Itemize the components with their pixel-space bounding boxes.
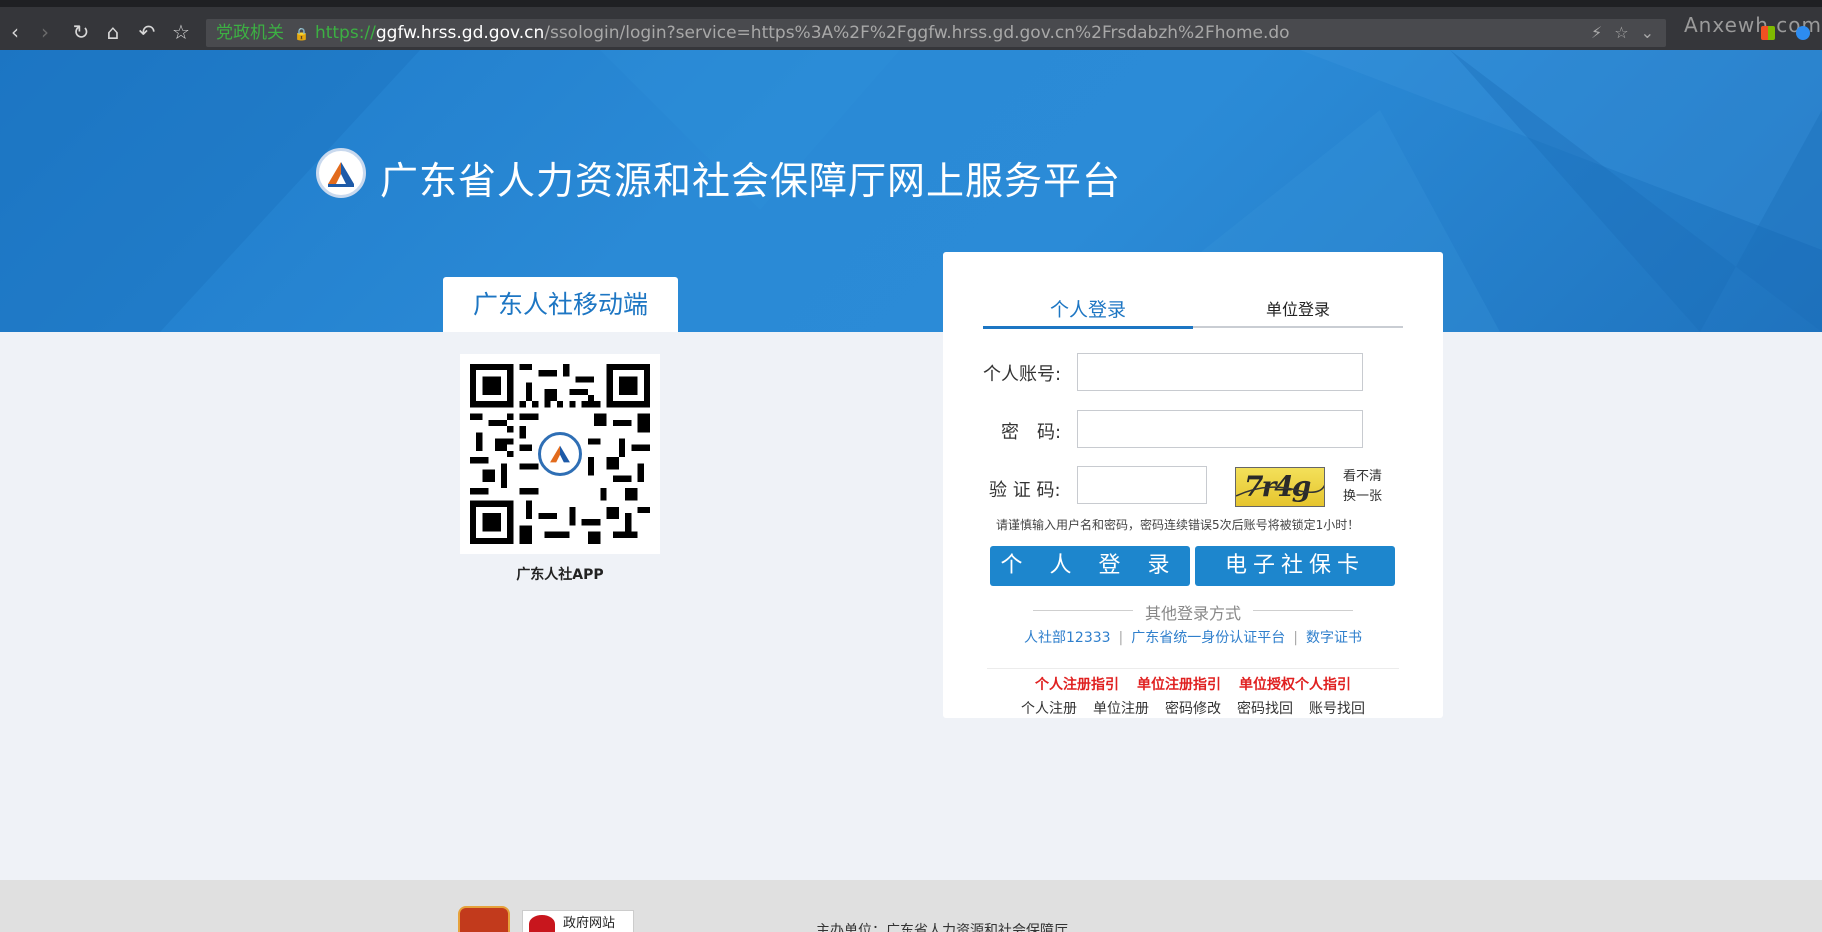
browser-toolbar: ‹ › ↻ ⌂ ↶ ☆ 党政机关 🔒 https://ggfw.hrss.gd.go… bbox=[0, 0, 1822, 50]
account-input[interactable] bbox=[1077, 353, 1363, 391]
link-digital-cert[interactable]: 数字证书 bbox=[1306, 630, 1362, 646]
link-12333[interactable]: 人社部12333 bbox=[1024, 630, 1111, 646]
link-personal-register[interactable]: 个人注册 bbox=[1021, 701, 1077, 717]
footer-emblem-icon bbox=[458, 906, 510, 932]
link-personal-register-guide[interactable]: 个人注册指引 bbox=[1035, 677, 1119, 693]
hero-banner: 广东省人力资源和社会保障厅网上服务平台 bbox=[0, 50, 1822, 332]
favorite-icon[interactable]: ☆ bbox=[1614, 23, 1628, 42]
separator: | bbox=[1293, 630, 1298, 646]
footer-host: 主办单位：广东省人力资源和社会保障厅 bbox=[816, 923, 1068, 932]
extension-icons bbox=[1745, 25, 1810, 44]
link-company-auth-guide[interactable]: 单位授权个人指引 bbox=[1239, 677, 1351, 693]
password-input[interactable] bbox=[1077, 410, 1363, 448]
qr-center-logo bbox=[538, 432, 582, 476]
page-title: 广东省人力资源和社会保障厅网上服务平台 bbox=[380, 159, 1122, 203]
forward-icon[interactable]: › bbox=[32, 19, 58, 45]
chevron-down-icon[interactable]: ⌄ bbox=[1641, 23, 1654, 42]
captcha-label: 验 证 码: bbox=[989, 480, 1061, 501]
link-unified-auth[interactable]: 广东省统一身份认证平台 bbox=[1131, 630, 1285, 646]
gov-site-badge[interactable]: 政府网站 bbox=[522, 910, 634, 932]
link-password-recover[interactable]: 密码找回 bbox=[1237, 701, 1293, 717]
gov-badge: 党政机关 bbox=[216, 23, 284, 43]
mobile-section-tab: 广东人社移动端 bbox=[443, 277, 678, 332]
login-tabs: 个人登录 单位登录 bbox=[983, 296, 1403, 329]
link-account-recover[interactable]: 账号找回 bbox=[1309, 701, 1365, 717]
logo-icon bbox=[550, 445, 570, 463]
link-company-register[interactable]: 单位注册 bbox=[1093, 701, 1149, 717]
guide-links: 个人注册指引 单位注册指引 单位授权个人指引 bbox=[943, 674, 1443, 694]
home-icon[interactable]: ⌂ bbox=[100, 19, 126, 45]
tab-personal-login[interactable]: 个人登录 bbox=[983, 296, 1193, 329]
separator: | bbox=[1118, 630, 1124, 646]
url-host: ggfw.hrss.gd.gov.cn bbox=[375, 23, 545, 43]
url-scheme: https:// bbox=[314, 23, 376, 43]
lightning-icon[interactable]: ⚡ bbox=[1591, 23, 1602, 42]
gov-site-badge-text: 政府网站 bbox=[563, 916, 616, 931]
refresh-line-1: 看不清 bbox=[1343, 469, 1383, 484]
refresh-captcha-link[interactable]: 看不清 换一张 bbox=[1343, 467, 1393, 507]
logo-icon bbox=[328, 162, 354, 187]
divider bbox=[987, 668, 1399, 669]
extension-icon[interactable] bbox=[1796, 26, 1810, 40]
extension-icon[interactable] bbox=[1760, 26, 1775, 40]
captcha-image[interactable]: 7r4g bbox=[1235, 467, 1325, 507]
star-icon[interactable]: ☆ bbox=[168, 19, 194, 45]
captcha-input[interactable] bbox=[1077, 466, 1207, 504]
site-logo bbox=[316, 148, 366, 198]
social-card-button[interactable]: 电子社保卡 bbox=[1195, 546, 1395, 586]
address-bar[interactable]: 党政机关 🔒 https://ggfw.hrss.gd.gov.cn/ssologi… bbox=[206, 19, 1666, 47]
tab-company-login[interactable]: 单位登录 bbox=[1193, 296, 1403, 328]
footer: 政府网站 主办单位：广东省人力资源和社会保障厅 bbox=[0, 880, 1822, 932]
login-panel: 个人登录 单位登录 个人账号: 密 码: 验 证 码: 7r4g 看不清 换一张… bbox=[943, 252, 1443, 718]
utility-links: 个人注册 单位注册 密码修改 密码找回 账号找回 bbox=[943, 698, 1443, 718]
account-label: 个人账号: bbox=[983, 364, 1062, 385]
back-icon[interactable]: ‹ bbox=[2, 19, 28, 45]
other-login-title: 其他登录方式 bbox=[1144, 604, 1241, 623]
captcha-noise bbox=[1236, 484, 1324, 497]
url-path: /ssologin/login?service=https%3A%2F%2Fgg… bbox=[544, 23, 1290, 43]
password-label: 密 码: bbox=[1001, 422, 1062, 443]
gov-site-badge-icon bbox=[529, 915, 555, 932]
other-login-links: 人社部12333 | 广东省统一身份认证平台 | 数字证书 bbox=[943, 627, 1443, 647]
qr-code bbox=[460, 354, 660, 554]
address-bar-actions: ⚡ ☆ ⌄ bbox=[1591, 19, 1666, 47]
personal-login-button[interactable]: 个 人 登 录 bbox=[990, 546, 1190, 586]
refresh-line-2: 换一张 bbox=[1343, 489, 1383, 504]
app-caption: 广东人社APP bbox=[516, 567, 604, 583]
reload-icon[interactable]: ↻ bbox=[68, 19, 94, 45]
login-warning: 请谨慎输入用户名和密码，密码连续错误5次后账号将被锁定1小时！ bbox=[996, 518, 1360, 532]
lock-icon: 🔒 bbox=[294, 27, 309, 41]
divider-line bbox=[1253, 610, 1353, 611]
link-password-change[interactable]: 密码修改 bbox=[1165, 701, 1221, 717]
undo-icon[interactable]: ↶ bbox=[134, 19, 160, 45]
link-company-register-guide[interactable]: 单位注册指引 bbox=[1137, 677, 1221, 693]
